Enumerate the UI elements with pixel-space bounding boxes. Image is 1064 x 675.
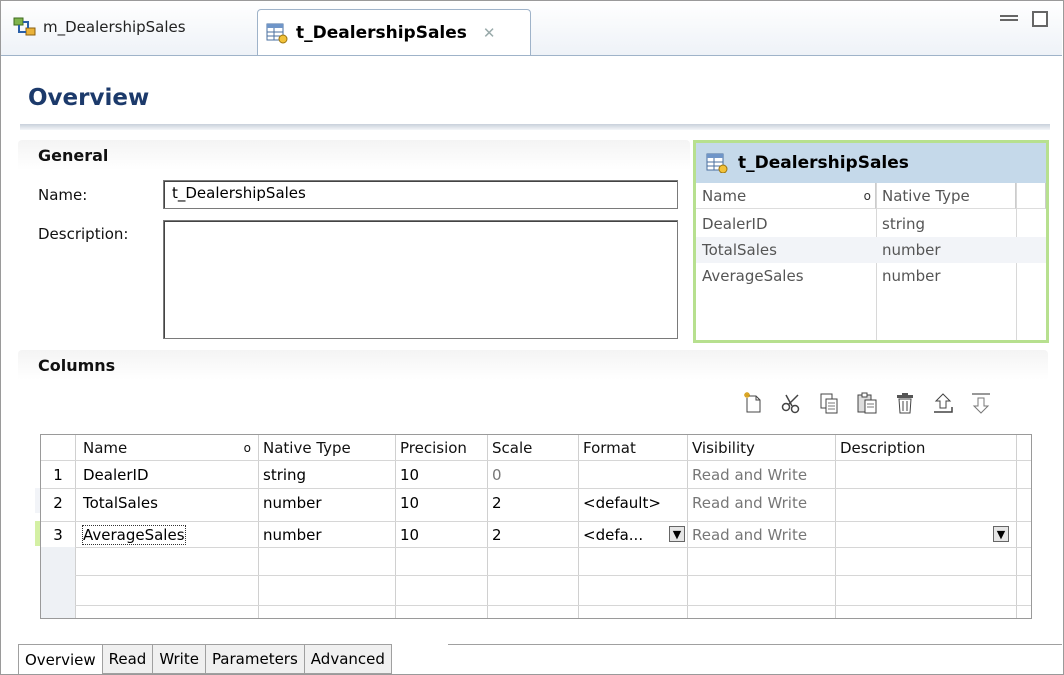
copy-icon[interactable]	[816, 390, 842, 416]
cell-native-type[interactable]: number	[259, 522, 395, 547]
name-label: Name:	[38, 186, 88, 204]
tab-transformation[interactable]: t_DealershipSales ✕	[257, 9, 531, 56]
close-icon[interactable]: ✕	[483, 24, 496, 42]
cell-description[interactable]	[836, 490, 1016, 515]
cell-name[interactable]: TotalSales	[79, 490, 257, 515]
move-down-icon[interactable]	[968, 390, 994, 416]
schema-row[interactable]: TotalSales number	[696, 237, 1046, 263]
cell-precision[interactable]: 10	[396, 462, 487, 487]
maximize-icon[interactable]	[1032, 11, 1048, 27]
format-dropdown-icon[interactable]: ▼	[669, 526, 685, 542]
schema-row-name: TotalSales	[702, 241, 777, 259]
description-label: Description:	[38, 225, 129, 243]
row-number[interactable]: 1	[41, 462, 75, 487]
schema-table: Name o Native Type DealerID string Total…	[696, 183, 1046, 340]
cell-format[interactable]	[579, 462, 687, 487]
schema-header-name[interactable]: Name o	[696, 183, 876, 209]
bottom-tab-bar: Overview Read Write Parameters Advanced	[18, 644, 392, 674]
grid-divider	[41, 488, 1031, 489]
cell-precision[interactable]: 10	[396, 490, 487, 515]
cell-visibility[interactable]: Read and Write	[688, 462, 835, 487]
table-icon	[266, 22, 290, 44]
column-header-native-type[interactable]: Native Type	[259, 435, 395, 460]
cell-scale[interactable]: 2	[488, 522, 578, 547]
description-field[interactable]	[163, 220, 678, 339]
cell-name[interactable]: AverageSales	[79, 522, 257, 547]
cell-scale[interactable]: 0	[488, 462, 578, 487]
name-field[interactable]: t_DealershipSales	[163, 180, 678, 209]
grid-divider	[75, 435, 76, 618]
title-divider	[20, 124, 1050, 130]
columns-heading: Columns	[38, 355, 116, 375]
description-dropdown-icon[interactable]: ▼	[993, 526, 1009, 542]
table-icon	[706, 153, 728, 174]
schema-row[interactable]: AverageSales number	[696, 263, 1046, 289]
schema-row-type: string	[882, 215, 926, 233]
delete-icon[interactable]	[892, 390, 918, 416]
schema-header-type[interactable]: Native Type	[876, 183, 1016, 209]
tab-divider	[1, 55, 1062, 56]
tab-write[interactable]: Write	[153, 644, 206, 674]
cut-icon[interactable]	[778, 390, 804, 416]
grid-divider	[41, 605, 1031, 606]
schema-row-name: DealerID	[702, 215, 768, 233]
tab-transformation-label: t_DealershipSales	[296, 23, 467, 43]
column-header-visibility[interactable]: Visibility	[688, 435, 835, 460]
cell-native-type[interactable]: number	[259, 490, 395, 515]
cell-scale[interactable]: 2	[488, 490, 578, 515]
cell-visibility[interactable]: Read and Write	[688, 490, 835, 515]
sort-indicator-icon: o	[243, 440, 251, 455]
row-number[interactable]: 3	[41, 522, 75, 547]
cell-format[interactable]: <default>	[579, 490, 687, 515]
bottom-tab-divider	[448, 644, 1062, 645]
cell-description[interactable]	[836, 462, 1016, 487]
schema-title: t_DealershipSales	[738, 153, 909, 173]
column-header-name[interactable]: Name o	[79, 435, 257, 460]
row-number[interactable]: 2	[41, 490, 75, 515]
empty-row-headers	[41, 547, 75, 618]
cell-native-type[interactable]: string	[259, 462, 395, 487]
window-controls	[1000, 11, 1048, 27]
tab-mapping-label: m_DealershipSales	[43, 18, 186, 36]
page-title: Overview	[28, 85, 150, 111]
mapping-icon	[13, 16, 37, 38]
column-header-precision[interactable]: Precision	[396, 435, 487, 460]
cell-precision[interactable]: 10	[396, 522, 487, 547]
general-section-header: General	[18, 140, 690, 170]
sort-indicator-icon: o	[863, 188, 871, 203]
grid-divider	[41, 575, 1031, 576]
grid-divider	[41, 460, 1031, 461]
paste-icon[interactable]	[854, 390, 880, 416]
columns-grid: Name o Native Type Precision Scale Forma…	[40, 434, 1032, 619]
editor-tab-strip: m_DealershipSales t_DealershipSales ✕	[1, 1, 1062, 56]
tab-overview[interactable]: Overview	[18, 644, 103, 674]
column-header-description[interactable]: Description	[836, 435, 1016, 460]
tab-mapping[interactable]: m_DealershipSales	[7, 9, 251, 45]
column-header-format[interactable]: Format	[579, 435, 687, 460]
schema-header-filler	[1016, 183, 1046, 209]
minimize-icon[interactable]	[1000, 15, 1018, 21]
general-heading: General	[38, 145, 109, 165]
tab-parameters[interactable]: Parameters	[205, 644, 305, 674]
cell-visibility[interactable]: Read and Write	[688, 522, 835, 547]
cell-name-text: AverageSales	[82, 524, 186, 545]
grid-divider	[41, 547, 1031, 548]
grid-divider	[1016, 435, 1017, 618]
schema-row-name: AverageSales	[702, 267, 804, 285]
tab-read[interactable]: Read	[102, 644, 154, 674]
schema-row-type: number	[882, 267, 941, 285]
columns-toolbar	[740, 388, 1040, 418]
schema-row[interactable]: DealerID string	[696, 211, 1046, 237]
cell-description[interactable]	[836, 522, 991, 547]
move-up-icon[interactable]	[930, 390, 956, 416]
new-column-icon[interactable]	[740, 390, 766, 416]
tab-advanced[interactable]: Advanced	[304, 644, 392, 674]
columns-section-header: Columns	[18, 350, 1048, 380]
cell-name[interactable]: DealerID	[79, 462, 257, 487]
column-header-scale[interactable]: Scale	[488, 435, 578, 460]
schema-panel-header: t_DealershipSales	[696, 143, 1046, 183]
schema-row-type: number	[882, 241, 941, 259]
schema-panel: t_DealershipSales Name o Native Type Dea…	[693, 140, 1049, 343]
cell-format[interactable]: <defa...	[579, 522, 667, 547]
